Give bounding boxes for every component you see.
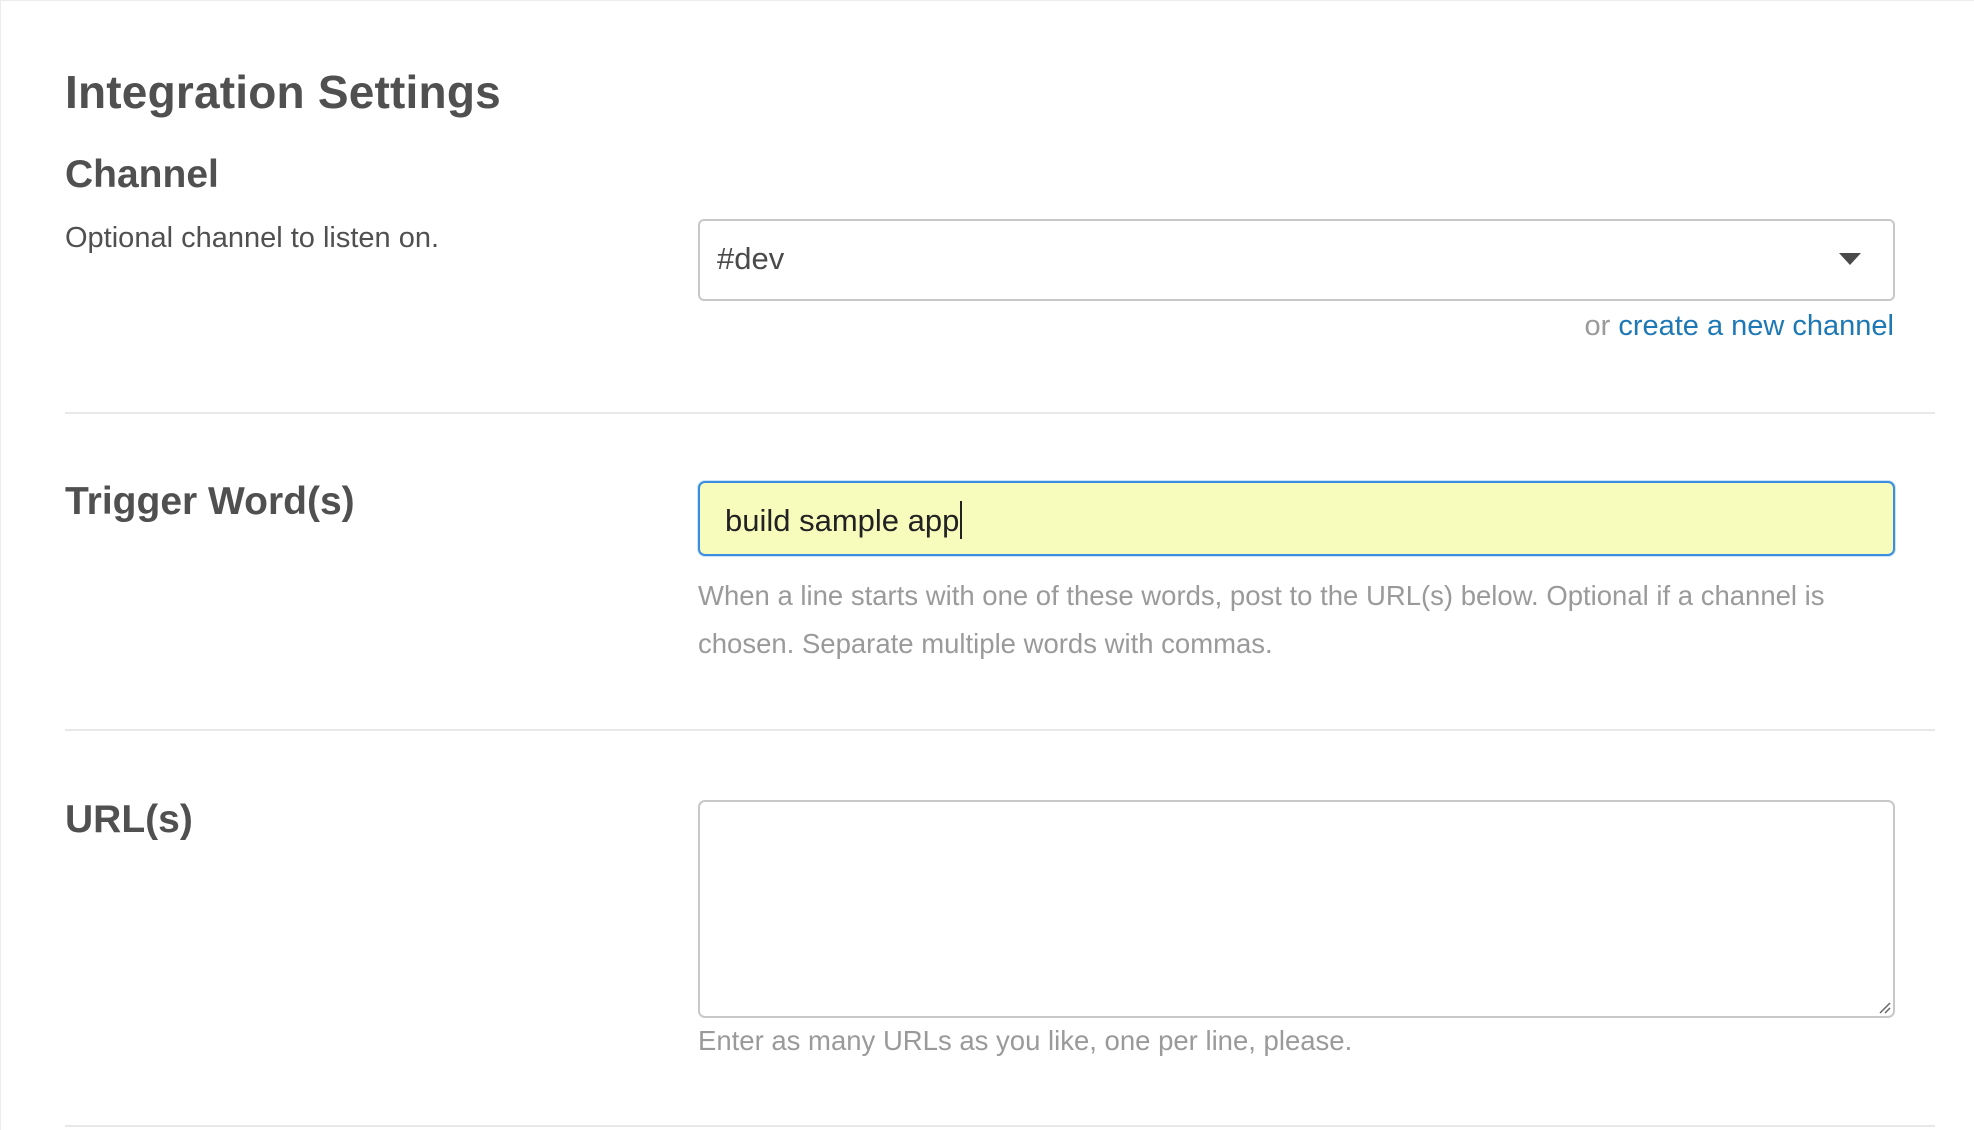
urls-textarea[interactable] <box>698 800 1895 1018</box>
create-channel-link[interactable]: create a new channel <box>1618 310 1894 342</box>
trigger-words-label: Trigger Word(s) <box>65 480 355 523</box>
section-divider <box>65 412 1935 414</box>
urls-help: Enter as many URLs as you like, one per … <box>698 1025 1353 1056</box>
page-title: Integration Settings <box>65 66 501 118</box>
trigger-words-help: When a line starts with one of these wor… <box>698 580 1825 659</box>
channel-label: Channel <box>65 153 219 196</box>
text-cursor <box>960 501 963 539</box>
section-divider <box>65 729 1935 731</box>
channel-select[interactable]: #dev <box>698 219 1895 301</box>
create-channel-row: or create a new channel <box>1584 310 1894 343</box>
urls-label: URL(s) <box>65 798 193 841</box>
trigger-words-input[interactable]: build sample app <box>698 481 1895 556</box>
create-channel-prefix: or <box>1584 310 1611 342</box>
trigger-words-value-wrap: build sample app <box>725 501 963 539</box>
caret-down-icon <box>1839 253 1861 265</box>
channel-select-value: #dev <box>717 241 785 276</box>
resize-handle-icon[interactable] <box>1877 1000 1891 1014</box>
channel-description: Optional channel to listen on. <box>65 222 440 254</box>
trigger-words-value: build sample app <box>725 503 960 538</box>
integration-settings-page: Integration Settings Channel Optional ch… <box>0 0 1974 1130</box>
section-divider <box>65 1125 1935 1127</box>
